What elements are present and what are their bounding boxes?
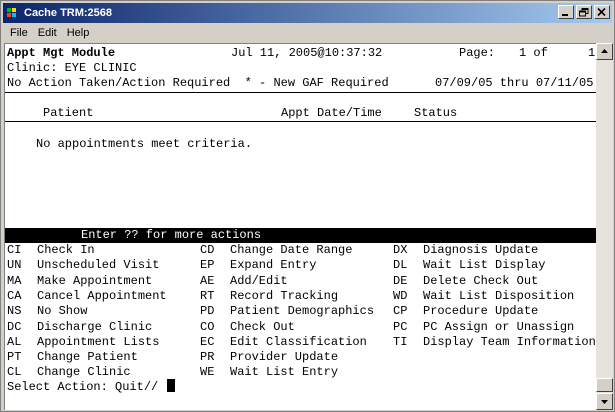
action-label[interactable]: Procedure Update	[423, 304, 538, 319]
prompt-text: Select Action: Quit//	[7, 380, 159, 394]
action-code[interactable]: DX	[393, 243, 407, 258]
action-label[interactable]: Patient Demographics	[230, 304, 374, 319]
action-label[interactable]: Delete Check Out	[423, 274, 538, 289]
action-code[interactable]: EP	[200, 258, 214, 273]
action-label[interactable]: Record Tracking	[230, 289, 338, 304]
column-appt: Appt Date/Time	[281, 106, 382, 120]
action-label[interactable]: Provider Update	[230, 350, 338, 365]
minimize-button[interactable]	[558, 5, 574, 19]
close-button[interactable]	[594, 5, 610, 19]
vertical-scrollbar[interactable]	[596, 43, 613, 410]
menu-file[interactable]: File	[3, 27, 33, 39]
action-code[interactable]: TI	[393, 335, 407, 350]
module-title: Appt Mgt Module	[7, 46, 116, 60]
clinic-line: Clinic: EYE CLINIC	[7, 61, 137, 75]
action-code[interactable]: CP	[393, 304, 407, 319]
text-cursor	[167, 379, 176, 392]
action-code[interactable]: NS	[7, 304, 21, 319]
action-code[interactable]: CO	[200, 320, 214, 335]
header-datetime: Jul 11, 2005@10:37:32	[231, 46, 383, 60]
action-label[interactable]: Appointment Lists	[37, 335, 159, 350]
action-label[interactable]: Change Patient	[37, 350, 138, 365]
menu-help[interactable]: Help	[62, 27, 95, 39]
action-code[interactable]: UN	[7, 258, 21, 273]
menu-bar: File Edit Help	[3, 24, 612, 42]
action-label[interactable]: Diagnosis Update	[423, 243, 538, 258]
action-code[interactable]: AL	[7, 335, 21, 350]
select-action-prompt[interactable]: Select Action: Quit//	[7, 379, 176, 394]
arrow-down-icon	[601, 400, 608, 404]
page-total: 1	[588, 46, 596, 60]
action-label[interactable]: Discharge Clinic	[37, 320, 152, 335]
action-code[interactable]: WE	[200, 365, 214, 380]
header-divider	[5, 92, 596, 93]
close-icon	[597, 8, 606, 17]
action-label[interactable]: Check Out	[230, 320, 295, 335]
action-code[interactable]: PR	[200, 350, 214, 365]
action-code[interactable]: DC	[7, 320, 21, 335]
action-label[interactable]: Wait List Display	[423, 258, 545, 273]
column-status: Status	[414, 106, 458, 120]
restore-button[interactable]	[576, 5, 592, 19]
action-code[interactable]: WD	[393, 289, 407, 304]
empty-message: No appointments meet criteria.	[36, 137, 253, 151]
action-label[interactable]: Unscheduled Visit	[37, 258, 159, 273]
scroll-down-button[interactable]	[596, 393, 613, 410]
action-code[interactable]: CD	[200, 243, 214, 258]
action-label[interactable]: Edit Classification	[230, 335, 367, 350]
minimize-icon	[562, 14, 568, 16]
date-range: 07/09/05 thru 07/11/05	[435, 76, 594, 90]
action-label[interactable]: Check In	[37, 243, 95, 258]
menu-edit[interactable]: Edit	[33, 27, 62, 39]
action-code[interactable]: DE	[393, 274, 407, 289]
arrow-up-icon	[601, 49, 608, 53]
filter-line: No Action Taken/Action Required * - New …	[7, 76, 389, 90]
action-label[interactable]: Wait List Disposition	[423, 289, 574, 304]
action-label[interactable]: Cancel Appointment	[37, 289, 167, 304]
action-code[interactable]: PT	[7, 350, 21, 365]
scroll-up-button[interactable]	[596, 43, 613, 60]
action-code[interactable]: EC	[200, 335, 214, 350]
column-patient: Patient	[43, 106, 94, 120]
action-code[interactable]: PD	[200, 304, 214, 319]
title-bar[interactable]: Cache TRM:2568	[3, 3, 612, 23]
action-code[interactable]: CI	[7, 243, 21, 258]
action-label[interactable]: Expand Entry	[230, 258, 316, 273]
terminal-screen[interactable]: Appt Mgt Module Jul 11, 2005@10:37:32 Pa…	[4, 43, 596, 410]
action-code[interactable]: MA	[7, 274, 21, 289]
action-label[interactable]: Display Team Information	[423, 335, 596, 350]
action-label[interactable]: PC Assign or Unassign	[423, 320, 574, 335]
page-label: Page:	[459, 46, 496, 60]
action-label[interactable]: Change Date Range	[230, 243, 352, 258]
scroll-thumb[interactable]	[596, 378, 613, 392]
action-code[interactable]: PC	[393, 320, 407, 335]
action-code[interactable]: RT	[200, 289, 214, 304]
cache-cube-icon[interactable]	[6, 6, 20, 20]
action-code[interactable]: AE	[200, 274, 214, 289]
action-code[interactable]: DL	[393, 258, 407, 273]
actions-banner: Enter ?? for more actions	[5, 228, 596, 243]
action-label[interactable]: Make Appointment	[37, 274, 152, 289]
window-title: Cache TRM:2568	[24, 7, 113, 19]
action-code[interactable]: CA	[7, 289, 21, 304]
restore-icon	[579, 8, 589, 17]
action-label[interactable]: Add/Edit	[230, 274, 288, 289]
column-divider	[5, 121, 596, 122]
page-value: 1 of	[519, 46, 548, 60]
action-label[interactable]: Wait List Entry	[230, 365, 338, 380]
terminal-window: Cache TRM:2568 File Edit Help Appt Mgt M…	[0, 0, 615, 412]
action-label[interactable]: No Show	[37, 304, 87, 319]
